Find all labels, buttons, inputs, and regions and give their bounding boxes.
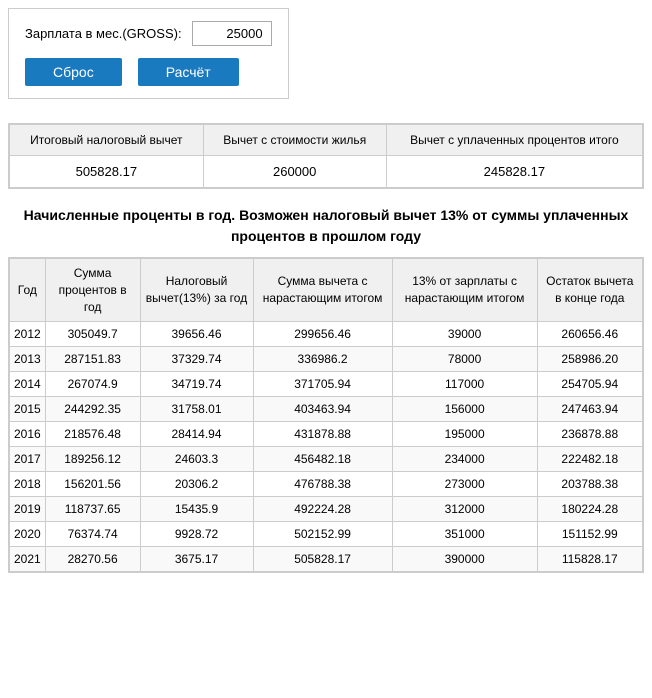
table-cell: 260656.46 xyxy=(537,322,642,347)
table-row: 2017189256.1224603.3456482.1823400022248… xyxy=(10,447,643,472)
summary-header-1: Вычет с стоимости жилья xyxy=(203,125,386,156)
table-cell: 222482.18 xyxy=(537,447,642,472)
table-cell: 28270.56 xyxy=(45,547,140,572)
table-row: 202128270.563675.17505828.17390000115828… xyxy=(10,547,643,572)
summary-table-wrapper: Итоговый налоговый вычет Вычет с стоимос… xyxy=(8,123,644,189)
table-cell: 267074.9 xyxy=(45,372,140,397)
calc-button[interactable]: Расчёт xyxy=(138,58,239,86)
table-cell: 39656.46 xyxy=(140,322,253,347)
table-cell: 118737.65 xyxy=(45,497,140,522)
table-cell: 2013 xyxy=(10,347,46,372)
main-header: 13% от зарплаты с нарастающим итогом xyxy=(392,259,537,322)
table-cell: 189256.12 xyxy=(45,447,140,472)
table-cell: 24603.3 xyxy=(140,447,253,472)
table-cell: 2017 xyxy=(10,447,46,472)
table-cell: 2019 xyxy=(10,497,46,522)
main-header: Год xyxy=(10,259,46,322)
reset-button[interactable]: Сброс xyxy=(25,58,122,86)
table-cell: 258986.20 xyxy=(537,347,642,372)
summary-value-1: 260000 xyxy=(203,156,386,188)
table-cell: 156000 xyxy=(392,397,537,422)
main-table: ГодСумма процентов в годНалоговый вычет(… xyxy=(9,258,643,572)
notice-text: Начисленные проценты в год. Возможен нал… xyxy=(8,205,644,247)
table-cell: 371705.94 xyxy=(253,372,392,397)
table-cell: 78000 xyxy=(392,347,537,372)
table-row: 2012305049.739656.46299656.4639000260656… xyxy=(10,322,643,347)
salary-row: Зарплата в мес.(GROSS): xyxy=(25,21,272,46)
table-row: 2013287151.8337329.74336986.278000258986… xyxy=(10,347,643,372)
table-cell: 37329.74 xyxy=(140,347,253,372)
table-cell: 76374.74 xyxy=(45,522,140,547)
table-cell: 431878.88 xyxy=(253,422,392,447)
table-cell: 247463.94 xyxy=(537,397,642,422)
table-cell: 305049.7 xyxy=(45,322,140,347)
salary-input[interactable] xyxy=(192,21,272,46)
table-cell: 34719.74 xyxy=(140,372,253,397)
summary-header-0: Итоговый налоговый вычет xyxy=(10,125,204,156)
table-row: 2016218576.4828414.94431878.881950002368… xyxy=(10,422,643,447)
table-cell: 273000 xyxy=(392,472,537,497)
table-cell: 2016 xyxy=(10,422,46,447)
table-cell: 492224.28 xyxy=(253,497,392,522)
table-cell: 299656.46 xyxy=(253,322,392,347)
table-cell: 195000 xyxy=(392,422,537,447)
table-cell: 3675.17 xyxy=(140,547,253,572)
table-row: 2019118737.6515435.9492224.2831200018022… xyxy=(10,497,643,522)
top-section: Зарплата в мес.(GROSS): Сброс Расчёт xyxy=(8,8,289,99)
table-cell: 20306.2 xyxy=(140,472,253,497)
table-cell: 203788.38 xyxy=(537,472,642,497)
table-cell: 117000 xyxy=(392,372,537,397)
table-cell: 2018 xyxy=(10,472,46,497)
table-row: 2018156201.5620306.2476788.3827300020378… xyxy=(10,472,643,497)
main-header: Сумма вычета с нарастающим итогом xyxy=(253,259,392,322)
table-cell: 312000 xyxy=(392,497,537,522)
summary-table: Итоговый налоговый вычет Вычет с стоимос… xyxy=(9,124,643,188)
table-cell: 2012 xyxy=(10,322,46,347)
table-cell: 390000 xyxy=(392,547,537,572)
table-cell: 2020 xyxy=(10,522,46,547)
table-cell: 502152.99 xyxy=(253,522,392,547)
table-cell: 234000 xyxy=(392,447,537,472)
table-cell: 2014 xyxy=(10,372,46,397)
table-cell: 403463.94 xyxy=(253,397,392,422)
table-cell: 31758.01 xyxy=(140,397,253,422)
table-cell: 2021 xyxy=(10,547,46,572)
btn-row: Сброс Расчёт xyxy=(25,58,272,86)
table-row: 2015244292.3531758.01403463.941560002474… xyxy=(10,397,643,422)
summary-value-0: 505828.17 xyxy=(10,156,204,188)
table-cell: 2015 xyxy=(10,397,46,422)
main-header: Сумма процентов в год xyxy=(45,259,140,322)
main-header: Остаток вычета в конце года xyxy=(537,259,642,322)
main-table-wrapper: ГодСумма процентов в годНалоговый вычет(… xyxy=(8,257,644,573)
table-cell: 156201.56 xyxy=(45,472,140,497)
table-row: 2014267074.934719.74371705.9411700025470… xyxy=(10,372,643,397)
table-cell: 115828.17 xyxy=(537,547,642,572)
table-cell: 244292.35 xyxy=(45,397,140,422)
table-cell: 151152.99 xyxy=(537,522,642,547)
table-cell: 15435.9 xyxy=(140,497,253,522)
table-cell: 336986.2 xyxy=(253,347,392,372)
table-cell: 505828.17 xyxy=(253,547,392,572)
table-cell: 287151.83 xyxy=(45,347,140,372)
table-cell: 180224.28 xyxy=(537,497,642,522)
summary-value-2: 245828.17 xyxy=(386,156,642,188)
table-cell: 218576.48 xyxy=(45,422,140,447)
table-cell: 254705.94 xyxy=(537,372,642,397)
table-cell: 236878.88 xyxy=(537,422,642,447)
salary-label: Зарплата в мес.(GROSS): xyxy=(25,26,182,41)
table-cell: 476788.38 xyxy=(253,472,392,497)
table-cell: 456482.18 xyxy=(253,447,392,472)
summary-header-2: Вычет с уплаченных процентов итого xyxy=(386,125,642,156)
table-cell: 28414.94 xyxy=(140,422,253,447)
table-row: 202076374.749928.72502152.99351000151152… xyxy=(10,522,643,547)
table-cell: 9928.72 xyxy=(140,522,253,547)
main-header: Налоговый вычет(13%) за год xyxy=(140,259,253,322)
table-cell: 351000 xyxy=(392,522,537,547)
table-cell: 39000 xyxy=(392,322,537,347)
